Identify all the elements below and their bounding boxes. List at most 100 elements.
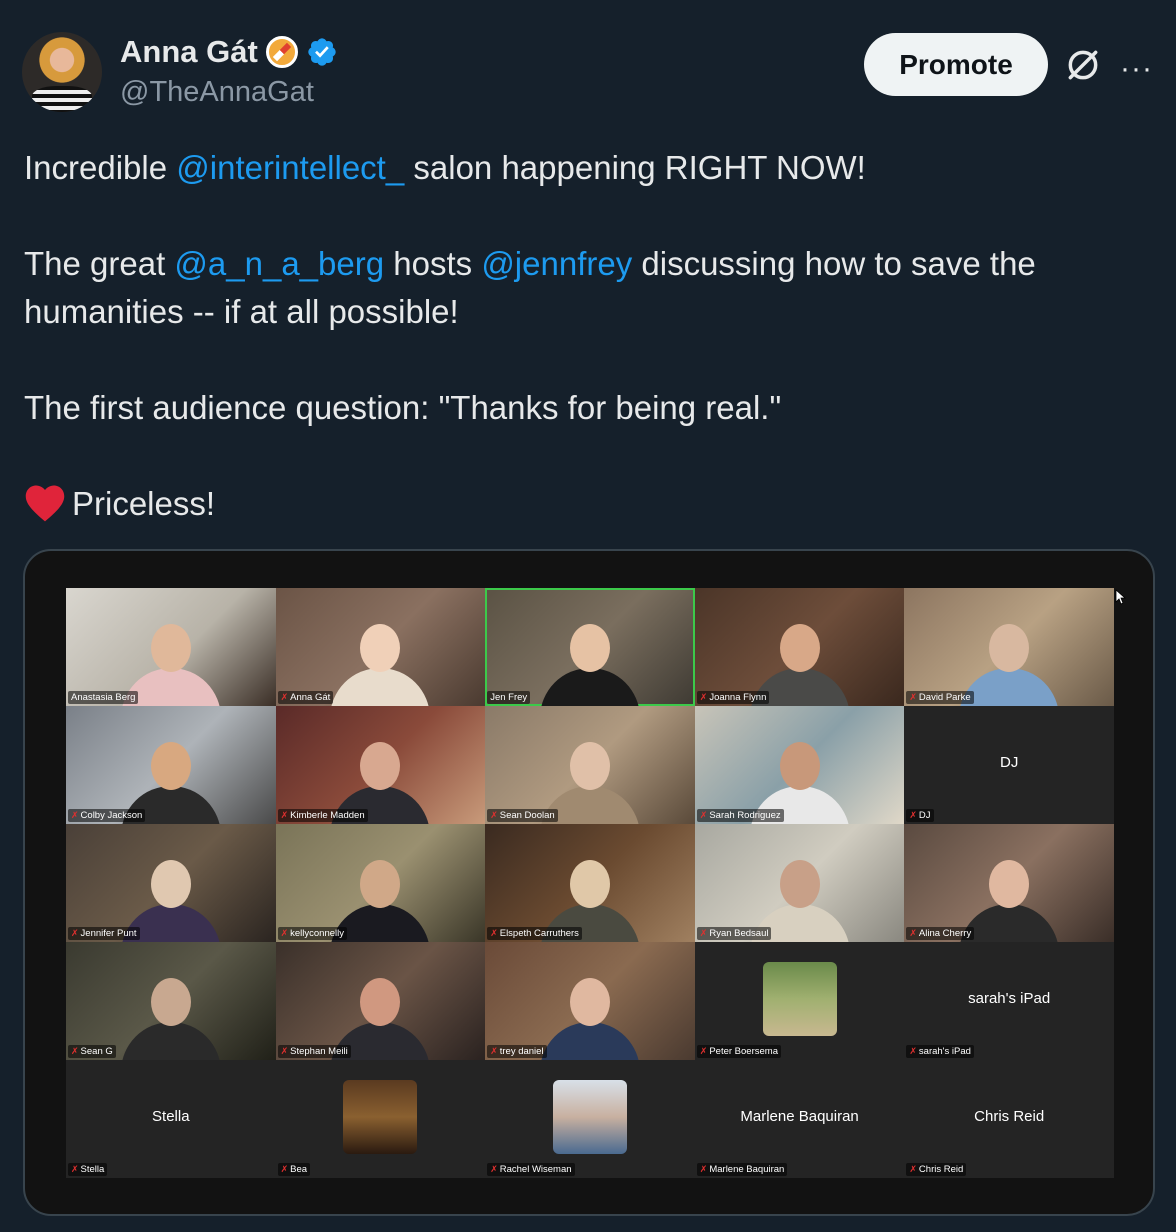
mic-muted-icon: ✗ bbox=[699, 1046, 708, 1056]
video-tile[interactable]: ✗ trey daniel bbox=[485, 942, 695, 1060]
grok-icon[interactable] bbox=[1064, 46, 1102, 84]
participant-name: Peter Boersema bbox=[709, 1046, 778, 1057]
participant-name-label: ✗ Sean G bbox=[68, 1045, 116, 1058]
author-name-row[interactable]: Anna Gát bbox=[120, 34, 338, 70]
participant-name: Stella bbox=[80, 1164, 105, 1175]
video-tile[interactable]: ✗ Sean G bbox=[66, 942, 276, 1060]
video-tile[interactable]: sarah's iPad ✗ sarah's iPad bbox=[904, 942, 1114, 1060]
participant-name: Sean G bbox=[80, 1046, 113, 1057]
participant-head bbox=[989, 624, 1030, 672]
video-tile[interactable]: Chris Reid ✗ Chris Reid bbox=[904, 1060, 1114, 1178]
video-tile[interactable]: ✗ Kimberle Madden bbox=[275, 706, 486, 824]
more-icon[interactable]: ··· bbox=[1120, 52, 1153, 86]
video-tile[interactable]: Jen Frey bbox=[485, 588, 695, 706]
video-tile[interactable]: ✗ Stephan Meili bbox=[275, 942, 486, 1060]
video-tile[interactable]: ✗ Sarah Rodriguez bbox=[694, 706, 905, 824]
tweet-line-4: Priceless! bbox=[24, 480, 1144, 528]
participant-name-label: ✗ Kimberle Madden bbox=[277, 809, 368, 822]
video-tile[interactable]: ✗ Joanna Flynn bbox=[694, 588, 905, 706]
author-handle[interactable]: @TheAnnaGat bbox=[120, 76, 314, 109]
red-heart-icon bbox=[25, 485, 65, 522]
video-tile[interactable]: Anastasia Berg bbox=[66, 588, 276, 706]
participant-name-label: ✗ Stephan Meili bbox=[277, 1045, 351, 1058]
mic-muted-icon: ✗ bbox=[71, 1164, 79, 1174]
participant-video bbox=[539, 970, 640, 1060]
participant-name: Sarah Rodriguez bbox=[709, 810, 781, 821]
video-tile[interactable]: ✗ Bea bbox=[275, 1060, 486, 1178]
mic-muted-icon: ✗ bbox=[699, 810, 708, 820]
participant-name: Elspeth Carruthers bbox=[499, 928, 579, 939]
video-tile[interactable]: Stella ✗ Stella bbox=[66, 1060, 276, 1178]
participant-body bbox=[959, 668, 1060, 706]
text-segment: hosts bbox=[384, 245, 482, 282]
tweet-text: Incredible @interintellect_ salon happen… bbox=[24, 144, 1144, 528]
participant-thumbnail bbox=[343, 1080, 418, 1154]
participant-name-label: ✗ DJ bbox=[906, 809, 934, 822]
mention-link[interactable]: @jennfrey bbox=[481, 245, 632, 282]
participant-name: Anna Gát bbox=[290, 692, 331, 703]
avatar-shirt bbox=[32, 86, 92, 112]
mention-link[interactable]: @interintellect_ bbox=[176, 149, 404, 186]
mic-muted-icon: ✗ bbox=[490, 810, 498, 820]
video-tile[interactable]: ✗ Peter Boersema bbox=[694, 942, 905, 1060]
mic-muted-icon: ✗ bbox=[71, 810, 79, 820]
video-tile[interactable]: ✗ kellyconnelly bbox=[275, 824, 486, 942]
participant-name: sarah's iPad bbox=[918, 1046, 971, 1057]
mic-muted-icon: ✗ bbox=[280, 692, 289, 702]
video-tile[interactable]: ✗ Jennifer Punt bbox=[66, 824, 276, 942]
video-tile[interactable]: ✗ David Parke bbox=[904, 588, 1114, 706]
author-avatar[interactable] bbox=[22, 32, 102, 112]
participant-display-name: Stella bbox=[152, 1108, 190, 1125]
text-segment: The great bbox=[24, 245, 175, 282]
participant-body bbox=[539, 668, 640, 706]
mention-link[interactable]: @a_n_a_berg bbox=[174, 245, 384, 282]
mic-muted-icon: ✗ bbox=[699, 692, 708, 702]
participant-name-label: ✗ Sarah Rodriguez bbox=[696, 809, 784, 822]
video-tile[interactable]: Marlene Baquiran ✗ Marlene Baquiran bbox=[694, 1060, 905, 1178]
participant-thumbnail bbox=[762, 962, 837, 1036]
participant-head bbox=[569, 860, 610, 908]
author-name[interactable]: Anna Gát bbox=[120, 34, 258, 70]
mic-muted-icon: ✗ bbox=[280, 1046, 289, 1056]
participant-name: Kimberle Madden bbox=[290, 810, 365, 821]
participant-video bbox=[959, 852, 1060, 942]
participant-name: DJ bbox=[918, 810, 931, 821]
tweet-media-image[interactable]: Anastasia Berg ✗ Anna Gát Jen Frey ✗ Joanna F… bbox=[23, 549, 1155, 1216]
promote-button[interactable]: Promote bbox=[864, 33, 1048, 96]
participant-head bbox=[360, 742, 401, 790]
participant-name-label: ✗ Elspeth Carruthers bbox=[487, 927, 582, 940]
video-tile[interactable]: ✗ Alina Cherry bbox=[904, 824, 1114, 942]
participant-display-name: DJ bbox=[1000, 754, 1019, 771]
participant-head bbox=[779, 742, 820, 790]
participant-name: Sean Doolan bbox=[499, 810, 555, 821]
video-tile[interactable]: ✗ Colby Jackson bbox=[66, 706, 276, 824]
participant-name-label: ✗ Chris Reid bbox=[906, 1163, 967, 1176]
participant-name: trey daniel bbox=[499, 1046, 544, 1057]
participant-name: Colby Jackson bbox=[80, 810, 143, 821]
participant-name: Joanna Flynn bbox=[709, 692, 767, 703]
participant-name: Ryan Bedsaul bbox=[709, 928, 769, 939]
participant-name: Bea bbox=[290, 1164, 308, 1175]
video-tile[interactable]: ✗ Rachel Wiseman bbox=[485, 1060, 695, 1178]
participant-head bbox=[569, 742, 610, 790]
participant-name: David Parke bbox=[918, 692, 971, 703]
participant-name-label: ✗ Joanna Flynn bbox=[696, 691, 770, 704]
mouse-cursor-icon bbox=[1115, 589, 1127, 605]
participant-name-label: ✗ kellyconnelly bbox=[277, 927, 348, 940]
text-segment: Incredible bbox=[24, 149, 177, 186]
tweet-line-3: The first audience question: "Thanks for… bbox=[24, 389, 782, 426]
mic-muted-icon: ✗ bbox=[490, 1164, 498, 1174]
participant-name-label: ✗ Stella bbox=[68, 1163, 108, 1176]
participant-head bbox=[779, 860, 820, 908]
video-tile[interactable]: DJ ✗ DJ bbox=[904, 706, 1114, 824]
video-tile[interactable]: ✗ Sean Doolan bbox=[485, 706, 695, 824]
participant-video bbox=[120, 970, 221, 1060]
video-tile[interactable]: ✗ Elspeth Carruthers bbox=[485, 824, 695, 942]
participant-name-label: ✗ Peter Boersema bbox=[696, 1045, 781, 1058]
participant-name-label: Jen Frey bbox=[487, 691, 531, 704]
participant-name: Jennifer Punt bbox=[80, 928, 137, 939]
participant-name-label: ✗ Marlene Baquiran bbox=[696, 1163, 788, 1176]
video-tile[interactable]: ✗ Ryan Bedsaul bbox=[694, 824, 905, 942]
video-tile[interactable]: ✗ Anna Gát bbox=[275, 588, 486, 706]
participant-name: Stephan Meili bbox=[290, 1046, 348, 1057]
